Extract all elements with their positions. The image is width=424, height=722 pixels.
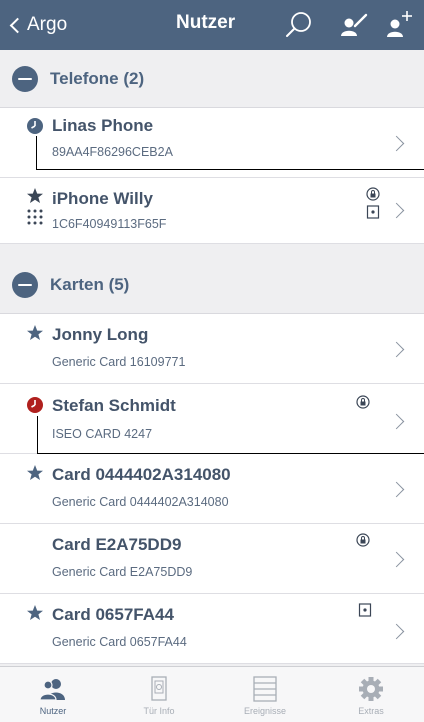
gear-icon bbox=[359, 677, 383, 701]
user-list: Telefone (2) Linas Phone 89AA4F86296CEB2… bbox=[0, 50, 424, 666]
list-item[interactable]: Linas Phone 89AA4F86296CEB2A bbox=[0, 108, 424, 178]
tab-extras[interactable]: Extras bbox=[318, 667, 424, 722]
door-icon bbox=[366, 205, 380, 219]
chevron-right-icon bbox=[388, 481, 405, 498]
item-title: Card 0657FA44 bbox=[52, 605, 174, 624]
tab-label: Ereignisse bbox=[243, 706, 287, 716]
section-spacer bbox=[0, 244, 424, 256]
chevron-right-icon bbox=[388, 623, 405, 640]
list-item[interactable]: iPhone Willy 1C6F40949113F65F bbox=[0, 178, 424, 244]
item-title: Card E2A75DD9 bbox=[52, 535, 182, 554]
star-icon bbox=[27, 188, 43, 203]
tab-label: Tür Info bbox=[143, 706, 175, 716]
star-icon bbox=[27, 465, 43, 480]
item-subtitle: Generic Card 0657FA44 bbox=[52, 635, 187, 649]
search-icon[interactable] bbox=[283, 9, 315, 41]
tab-ereignisse[interactable]: Ereignisse bbox=[212, 667, 318, 722]
item-subtitle: Generic Card E2A75DD9 bbox=[52, 565, 193, 579]
chevron-right-icon bbox=[388, 202, 405, 219]
collapse-icon[interactable] bbox=[12, 271, 38, 298]
collapse-icon[interactable] bbox=[12, 65, 38, 92]
chevron-left-icon bbox=[9, 17, 26, 33]
tab-tuer-info[interactable]: Tür Info bbox=[106, 667, 212, 722]
list-item[interactable]: Card 0444402A314080 Generic Card 0444402… bbox=[0, 454, 424, 524]
add-user-icon[interactable] bbox=[383, 9, 415, 41]
star-icon bbox=[27, 605, 43, 620]
item-subtitle: Generic Card 16109771 bbox=[52, 355, 186, 369]
item-title: Card 0444402A314080 bbox=[52, 465, 231, 484]
section-title: Telefone (2) bbox=[50, 68, 145, 88]
tab-nutzer[interactable]: Nutzer bbox=[0, 667, 106, 722]
item-title: iPhone Willy bbox=[52, 189, 153, 208]
door-icon bbox=[358, 603, 372, 617]
tab-label: Extras bbox=[358, 706, 384, 716]
item-title: Stefan Schmidt bbox=[52, 396, 176, 415]
list-item[interactable]: Card E2A75DD9 Generic Card E2A75DD9 bbox=[0, 524, 424, 594]
item-subtitle: Generic Card 0444402A314080 bbox=[52, 495, 229, 509]
nav-bar: Argo Nutzer bbox=[0, 0, 424, 50]
star-icon bbox=[27, 325, 43, 340]
back-button[interactable]: Argo bbox=[8, 10, 67, 40]
lock-icon bbox=[366, 187, 380, 201]
list-item[interactable]: Card 0657FA44 Generic Card 0657FA44 bbox=[0, 594, 424, 664]
page-title: Nutzer bbox=[176, 12, 236, 33]
lock-icon bbox=[356, 533, 370, 547]
tab-label: Nutzer bbox=[39, 706, 67, 716]
tab-bar: Nutzer Tür Info Ereignisse Extras bbox=[0, 666, 424, 722]
lock-icon bbox=[356, 395, 370, 409]
events-list-icon bbox=[253, 676, 277, 702]
connector-line bbox=[36, 136, 424, 170]
section-title: Karten (5) bbox=[50, 274, 130, 294]
back-label: Argo bbox=[27, 14, 68, 35]
door-icon bbox=[151, 676, 167, 701]
chevron-right-icon bbox=[388, 341, 405, 358]
users-icon bbox=[39, 679, 65, 701]
connector-line bbox=[37, 416, 424, 454]
section-header-telefone[interactable]: Telefone (2) bbox=[0, 50, 424, 108]
clock-icon bbox=[27, 397, 43, 413]
item-title: Jonny Long bbox=[52, 325, 149, 344]
edit-user-icon[interactable] bbox=[338, 9, 370, 41]
list-item[interactable]: Jonny Long Generic Card 16109771 bbox=[0, 314, 424, 384]
list-item[interactable]: Stefan Schmidt ISEO CARD 4247 bbox=[0, 384, 424, 454]
item-title: Linas Phone bbox=[52, 116, 154, 135]
chevron-right-icon bbox=[388, 551, 405, 568]
section-header-karten[interactable]: Karten (5) bbox=[0, 256, 424, 314]
keypad-icon bbox=[27, 209, 43, 225]
clock-icon bbox=[27, 118, 43, 134]
item-subtitle: 1C6F40949113F65F bbox=[52, 217, 167, 231]
